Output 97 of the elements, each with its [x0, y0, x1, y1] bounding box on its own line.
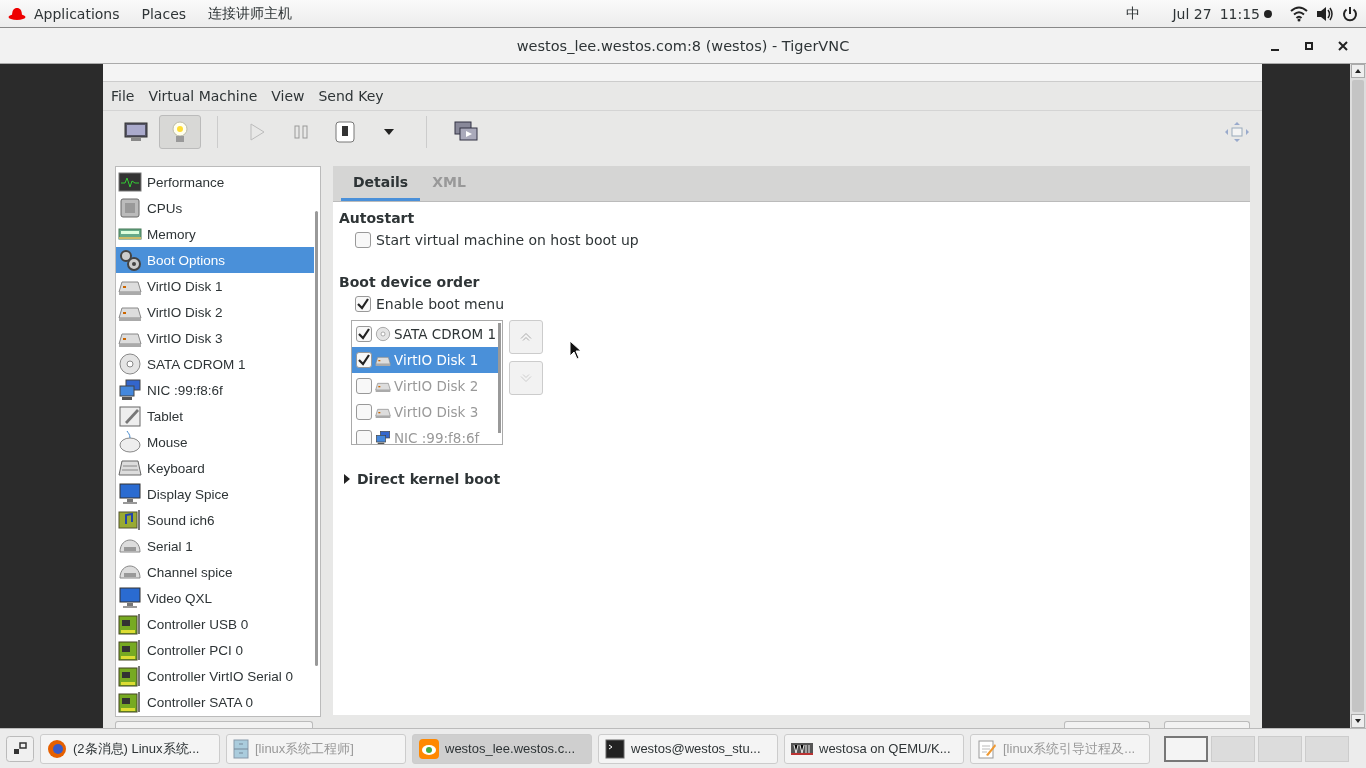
volume-icon[interactable] [1316, 5, 1334, 22]
hardware-item[interactable]: Mouse [116, 429, 320, 455]
hardware-item[interactable]: Performance [116, 169, 320, 195]
taskbar-window-button[interactable]: (2条消息) Linux系统... [40, 733, 220, 764]
section-heading: Boot device order [339, 274, 480, 290]
virtual-machines-icon [791, 741, 813, 756]
top-menu[interactable]: 连接讲师主机 [208, 4, 293, 23]
lightbulb-icon [170, 120, 190, 144]
taskbar-window-button[interactable]: westosa on QEMU/K... [784, 733, 964, 764]
workspace-button[interactable] [1164, 735, 1208, 762]
window-title: westos_lee.westos.com:8 (westos) - TigerVNC [516, 37, 850, 54]
section-heading: Autostart [339, 210, 415, 226]
checkbox[interactable] [356, 378, 372, 394]
mouse-pointer-icon [569, 340, 581, 360]
checkbox[interactable] [356, 352, 372, 368]
menu-item[interactable]: Send Key [318, 88, 384, 104]
hardware-item[interactable]: VirtIO Disk 3 [116, 325, 320, 351]
hardware-item[interactable]: Channel spice [116, 559, 320, 585]
input-method-indicator[interactable]: 中 [1126, 4, 1141, 23]
tablet-pen-icon [118, 404, 142, 428]
menu-item[interactable]: File [111, 88, 135, 104]
hat-logo-icon[interactable] [8, 6, 26, 21]
hardware-item[interactable]: Controller PCI 0 [116, 637, 320, 663]
move-up-button[interactable] [509, 320, 543, 354]
boot-device-item[interactable]: SATA CDROM 1 [352, 321, 501, 347]
hardware-item[interactable]: Display Spice [116, 481, 320, 507]
chip-icon [118, 196, 142, 220]
monitor-icon [118, 586, 142, 610]
network-computers-icon [375, 430, 391, 444]
disc-icon [118, 352, 142, 376]
checkbox[interactable] [356, 430, 372, 444]
menu-item[interactable]: Virtual Machine [148, 88, 258, 104]
hardware-item[interactable]: Controller VirtIO Serial 0 [116, 663, 320, 689]
sound-card-icon [118, 508, 142, 532]
hardware-item[interactable]: Video QXL [116, 585, 320, 611]
scrollbar-thumb[interactable] [315, 211, 318, 666]
cut-off-button[interactable] [1064, 721, 1150, 728]
pause-icon [294, 125, 308, 139]
show-desktop-button[interactable] [6, 735, 34, 762]
monitor-icon [118, 482, 142, 506]
hardware-item[interactable]: Controller SATA 0 [116, 689, 320, 715]
top-menu[interactable]: Places [141, 5, 187, 22]
file-cabinet-icon [233, 738, 249, 759]
power-switch-icon [335, 121, 355, 143]
checkbox[interactable] [356, 326, 372, 342]
clock-time[interactable]: 11:15 [1219, 5, 1260, 22]
tab[interactable]: Details [341, 166, 421, 201]
hardware-item[interactable]: Serial 1 [116, 533, 320, 559]
expansion-card-icon [118, 638, 142, 662]
hardware-item[interactable]: CPUs [116, 195, 320, 221]
taskbar-window-button[interactable]: westos@westos_stu... [598, 733, 778, 764]
menu-item[interactable]: View [271, 88, 305, 104]
screens-icon [454, 121, 478, 143]
gears-icon [118, 248, 142, 272]
monitor-graph-icon [118, 170, 142, 194]
chevron-up-icon [520, 333, 532, 341]
checkbox[interactable] [356, 404, 372, 420]
notepad-pencil-icon [977, 738, 997, 759]
expansion-card-icon [118, 690, 142, 714]
resize-to-fit-icon[interactable] [1224, 121, 1250, 143]
hardware-item[interactable]: SATA CDROM 1 [116, 351, 320, 377]
wifi-icon[interactable] [1290, 5, 1308, 22]
terminal-icon [605, 738, 625, 759]
hardware-item[interactable]: NIC :99:f8:6f [116, 377, 320, 403]
expansion-card-icon [118, 664, 142, 688]
hardware-item[interactable]: Memory [116, 221, 320, 247]
hardware-item[interactable]: VirtIO Disk 1 [116, 273, 320, 299]
move-down-button[interactable] [509, 361, 543, 395]
scrollbar-thumb[interactable] [1352, 80, 1364, 712]
direct-kernel-boot-expander[interactable]: Direct kernel boot [343, 471, 501, 487]
mouse-icon [118, 430, 142, 454]
play-icon [249, 123, 265, 141]
hardware-item[interactable]: Sound ich6 [116, 507, 320, 533]
checkbox[interactable] [355, 296, 371, 312]
hardware-item[interactable]: Controller USB 0 [116, 611, 320, 637]
clock-date[interactable]: Jul 27 [1172, 5, 1212, 22]
caret-icon [383, 128, 395, 136]
scroll-up-icon[interactable] [1351, 64, 1365, 78]
hardware-item[interactable]: VirtIO Disk 2 [116, 299, 320, 325]
top-menu[interactable]: Applications [34, 5, 120, 22]
network-computers-icon [118, 378, 142, 402]
taskbar-window-button[interactable]: westos_lee.westos.c... [412, 733, 592, 764]
disc-icon [375, 326, 391, 342]
scroll-down-icon[interactable] [1351, 714, 1365, 728]
notification-dot-icon [1264, 9, 1272, 18]
expansion-card-icon [118, 612, 142, 636]
monitor-icon [124, 122, 148, 142]
close-icon[interactable] [1338, 41, 1348, 51]
expander-arrow-icon [343, 474, 351, 484]
scrollbar-thumb[interactable] [498, 323, 501, 433]
hardware-item[interactable]: Tablet [116, 403, 320, 429]
cut-off-button[interactable] [115, 721, 313, 728]
checkbox[interactable] [355, 232, 371, 248]
hardware-item[interactable]: Keyboard [116, 455, 320, 481]
cut-off-button[interactable] [1164, 721, 1250, 728]
power-icon[interactable] [1342, 5, 1358, 22]
maximize-icon[interactable] [1304, 41, 1314, 51]
